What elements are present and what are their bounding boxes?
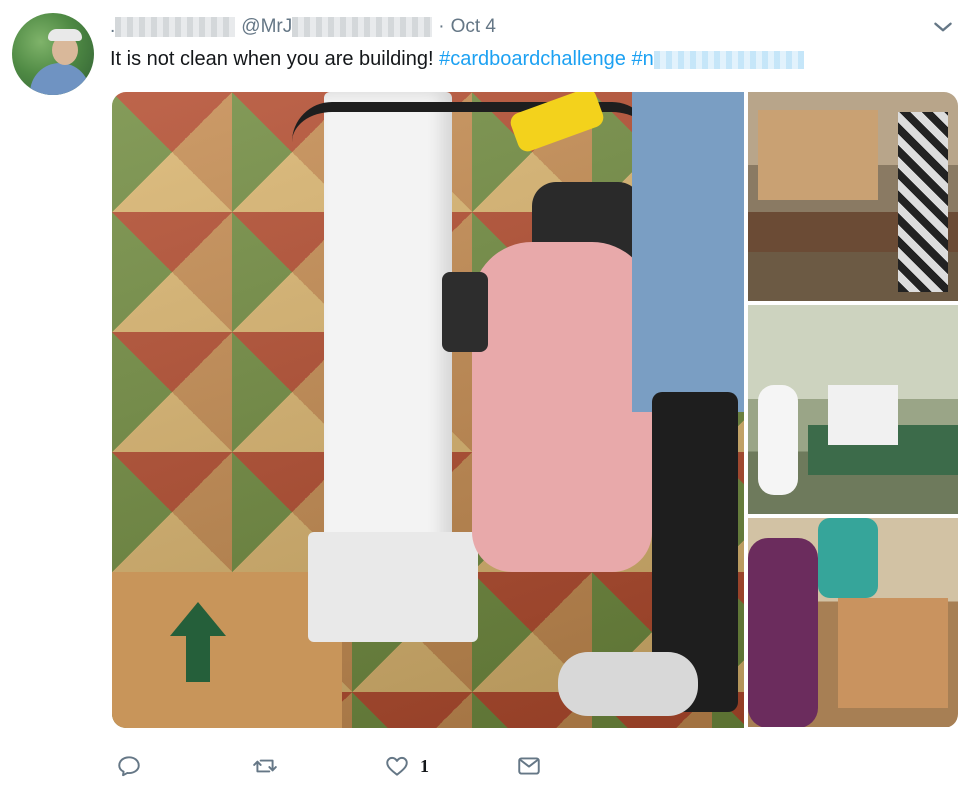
photo-arrow-stem <box>186 634 210 682</box>
thumb-girl-purple <box>748 538 818 727</box>
redacted-handle <box>292 17 433 37</box>
tweet-date[interactable]: Oct 4 <box>451 16 496 38</box>
photo-drill <box>442 272 488 352</box>
thumb-person-plaid <box>898 112 948 292</box>
retweet-icon <box>253 759 277 773</box>
media-grid <box>112 92 958 728</box>
photo-arrow-mark <box>170 602 226 636</box>
photo-main[interactable] <box>112 92 744 728</box>
tweet-header: . @MrJ · Oct 4 <box>110 12 496 42</box>
photo-shoe <box>558 652 698 716</box>
thumb-boxes <box>758 110 878 200</box>
thumb-cardboard <box>838 598 948 708</box>
reply-button[interactable] <box>116 750 142 782</box>
avatar-shirt <box>30 63 90 95</box>
tweet-text: It is not clean when you are building! #… <box>110 46 804 72</box>
photo-thumb-3[interactable] <box>748 518 958 727</box>
heart-icon <box>386 756 408 776</box>
redacted-display-name <box>115 17 236 37</box>
hashtag-cardboardchallenge[interactable]: #cardboardchallenge <box>439 48 626 70</box>
thumb-person-green <box>818 518 878 598</box>
photo-styrofoam-base <box>308 532 478 642</box>
avatar[interactable] <box>12 13 94 95</box>
handle-suffix-dot: · <box>438 16 445 37</box>
photo-child-kneeling <box>472 242 652 572</box>
retweet-button[interactable] <box>252 750 278 782</box>
envelope-icon <box>518 757 540 775</box>
photo-thumb-1[interactable] <box>748 92 958 301</box>
thumb-crate <box>828 385 898 445</box>
avatar-hat <box>48 29 82 41</box>
photo-thumbnails <box>748 92 958 728</box>
reply-icon <box>118 756 140 777</box>
chevron-down-icon <box>934 22 952 32</box>
like-count: 1 <box>420 755 429 776</box>
photo-person-shirt <box>632 92 744 412</box>
photo-thumb-2[interactable] <box>748 305 958 514</box>
redacted-hashtag <box>653 50 804 69</box>
hashtag-partial[interactable]: #n <box>631 48 653 70</box>
thumb-girl <box>758 385 798 495</box>
direct-message-button[interactable] <box>516 750 542 782</box>
handle-prefix[interactable]: @MrJ <box>241 16 292 38</box>
tweet-body: It is not clean when you are building! <box>110 48 434 70</box>
more-options-button[interactable] <box>930 14 956 40</box>
tweet-actions: 1 <box>112 750 562 782</box>
like-button[interactable]: 1 <box>384 750 429 782</box>
